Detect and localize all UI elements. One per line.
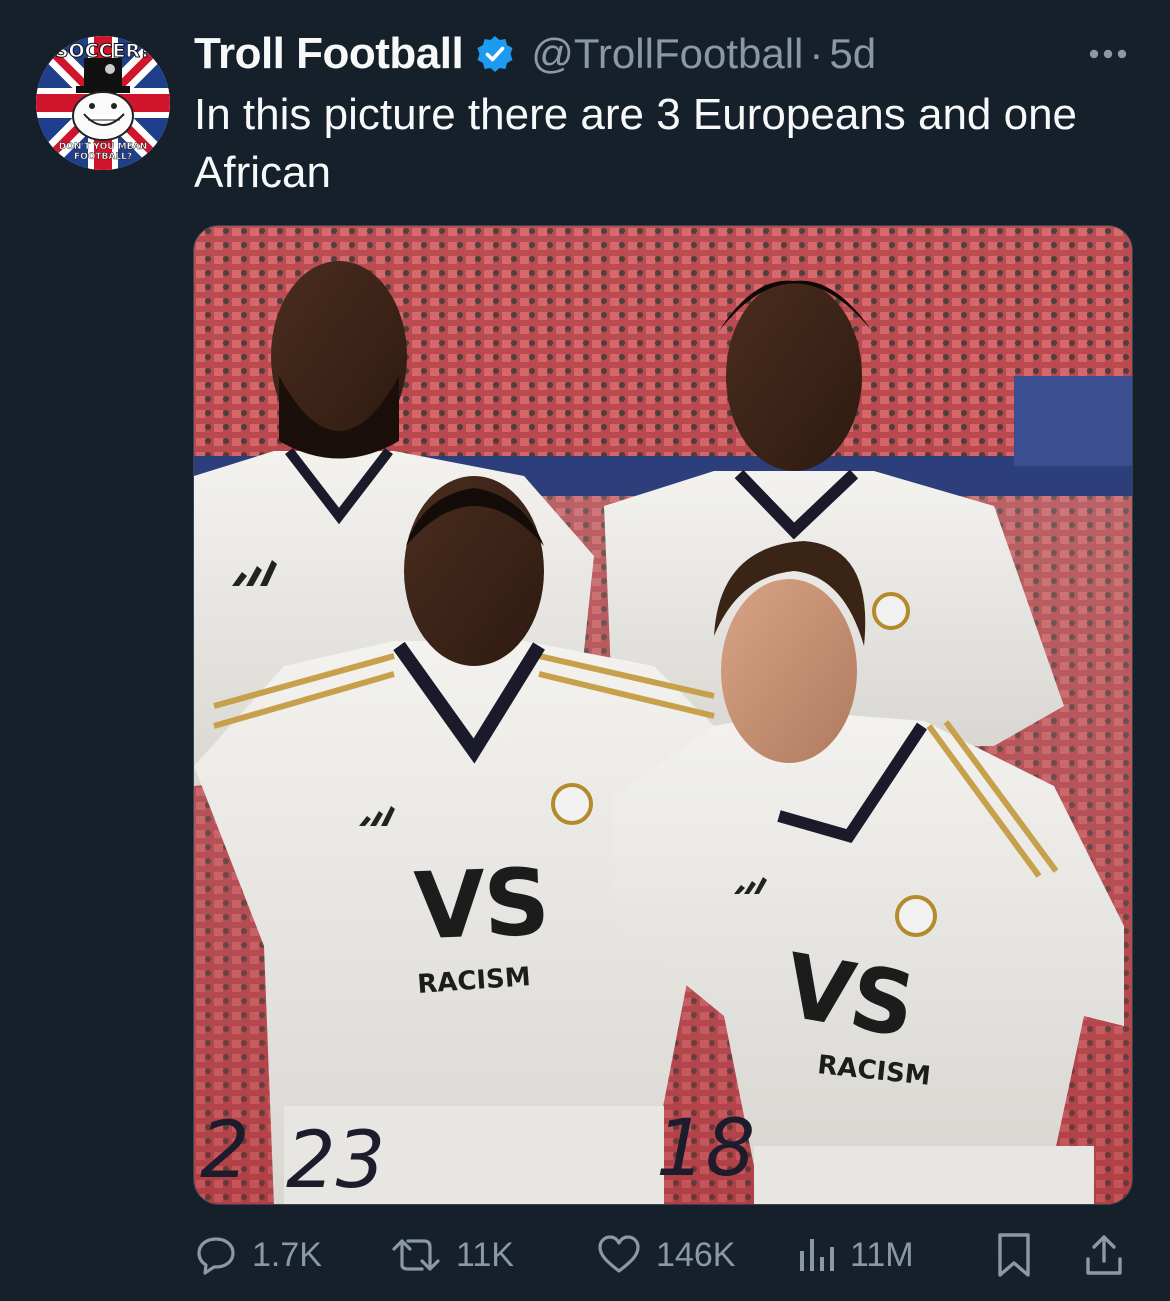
- team-photo-image: [194, 226, 1132, 1204]
- more-icon[interactable]: [1086, 38, 1130, 70]
- jersey-number-partial: 2: [200, 1106, 250, 1196]
- bookmark-icon: [998, 1233, 1030, 1277]
- repost-count: 11K: [456, 1235, 514, 1274]
- timestamp[interactable]: 5d: [829, 30, 876, 78]
- avatar-text-top: SOCCER?: [54, 40, 152, 63]
- avatar-text-bottom-line1: DON'T YOU MEAN: [58, 142, 148, 152]
- avatar[interactable]: SOCCER? DON'T YOU MEAN FOOTBALL?: [36, 36, 170, 170]
- separator-dot: ·: [809, 30, 824, 77]
- tweet-photo[interactable]: VS RACISM VS RACISM 2 23 18: [193, 225, 1133, 1205]
- repost-action[interactable]: 11K: [390, 1222, 514, 1288]
- bookmark-action[interactable]: [994, 1222, 1048, 1288]
- tweet[interactable]: SOCCER? DON'T YOU MEAN FOOTBALL? Troll F…: [0, 0, 1170, 1301]
- avatar-text-bottom-line2: FOOTBALL?: [73, 152, 133, 162]
- tweet-actions: 1.7K 11K 146K 11M: [194, 1222, 1134, 1288]
- views-action[interactable]: 11M: [796, 1222, 914, 1288]
- avatar-text-bottom: DON'T YOU MEAN FOOTBALL?: [36, 142, 170, 162]
- reply-count: 1.7K: [252, 1235, 322, 1274]
- reply-icon: [197, 1237, 235, 1275]
- verified-badge-icon[interactable]: [475, 34, 515, 74]
- tweet-header: Troll Football @TrollFootball · 5d: [194, 26, 1130, 82]
- share-action[interactable]: [1082, 1222, 1140, 1288]
- jersey-number-18: 18: [656, 1104, 756, 1194]
- display-name[interactable]: Troll Football: [194, 29, 464, 79]
- views-count: 11M: [850, 1235, 914, 1274]
- tweet-text: In this picture there are 3 Europeans an…: [194, 90, 1078, 197]
- reply-action[interactable]: 1.7K: [194, 1222, 322, 1288]
- share-icon: [1086, 1235, 1122, 1275]
- handle[interactable]: @TrollFootball: [531, 30, 803, 78]
- jersey-vs-text-1: VS: [412, 848, 550, 961]
- jersey-number-23: 23: [286, 1116, 386, 1205]
- like-count: 146K: [656, 1235, 736, 1274]
- repost-icon: [392, 1239, 440, 1271]
- views-icon: [800, 1239, 834, 1271]
- heart-icon: [598, 1235, 640, 1273]
- like-action[interactable]: 146K: [596, 1222, 735, 1288]
